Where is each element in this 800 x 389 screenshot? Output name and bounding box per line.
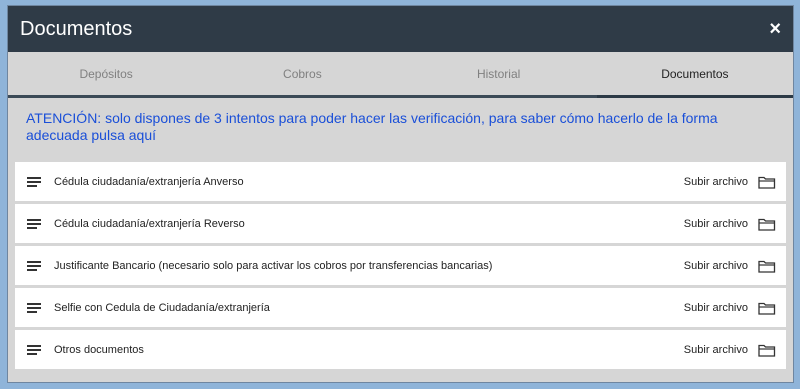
document-label: Otros documentos [54, 343, 144, 356]
folder-upload-icon[interactable] [758, 175, 776, 189]
upload-file-button[interactable]: Subir archivo [684, 260, 748, 272]
document-label: Justificante Bancario (necesario solo pa… [54, 259, 493, 272]
menu-icon [27, 260, 41, 271]
modal-header: Documentos × [8, 6, 793, 52]
document-row: Otros documentos Subir archivo [15, 330, 786, 369]
document-row: Justificante Bancario (necesario solo pa… [15, 246, 786, 285]
documents-modal: Documentos × Depósitos Cobros Historial … [7, 5, 794, 383]
upload-file-button[interactable]: Subir archivo [684, 302, 748, 314]
document-label: Cédula ciudadanía/extranjería Anverso [54, 175, 244, 188]
folder-upload-icon[interactable] [758, 259, 776, 273]
attention-notice-link[interactable]: ATENCIÓN: solo dispones de 3 intentos pa… [8, 98, 793, 162]
tab-bar: Depósitos Cobros Historial Documentos [8, 52, 794, 98]
menu-icon [27, 176, 41, 187]
tab-depositos[interactable]: Depósitos [8, 52, 204, 95]
folder-upload-icon[interactable] [758, 301, 776, 315]
document-row: Cédula ciudadanía/extranjería Anverso Su… [15, 162, 786, 201]
upload-file-button[interactable]: Subir archivo [684, 176, 748, 188]
folder-upload-icon[interactable] [758, 343, 776, 357]
document-row: Selfie con Cedula de Ciudadanía/extranje… [15, 288, 786, 327]
menu-icon [27, 218, 41, 229]
document-label: Cédula ciudadanía/extranjería Reverso [54, 217, 245, 230]
menu-icon [27, 344, 41, 355]
modal-title: Documentos [20, 17, 133, 40]
tab-documentos[interactable]: Documentos [596, 52, 794, 98]
upload-file-button[interactable]: Subir archivo [684, 344, 748, 356]
tab-cobros[interactable]: Cobros [204, 52, 400, 95]
menu-icon [27, 302, 41, 313]
close-icon[interactable]: × [769, 19, 781, 39]
upload-file-button[interactable]: Subir archivo [684, 218, 748, 230]
tab-historial[interactable]: Historial [401, 52, 597, 95]
document-row: Cédula ciudadanía/extranjería Reverso Su… [15, 204, 786, 243]
document-label: Selfie con Cedula de Ciudadanía/extranje… [54, 301, 270, 314]
folder-upload-icon[interactable] [758, 217, 776, 231]
documents-list: Cédula ciudadanía/extranjería Anverso Su… [8, 162, 793, 369]
